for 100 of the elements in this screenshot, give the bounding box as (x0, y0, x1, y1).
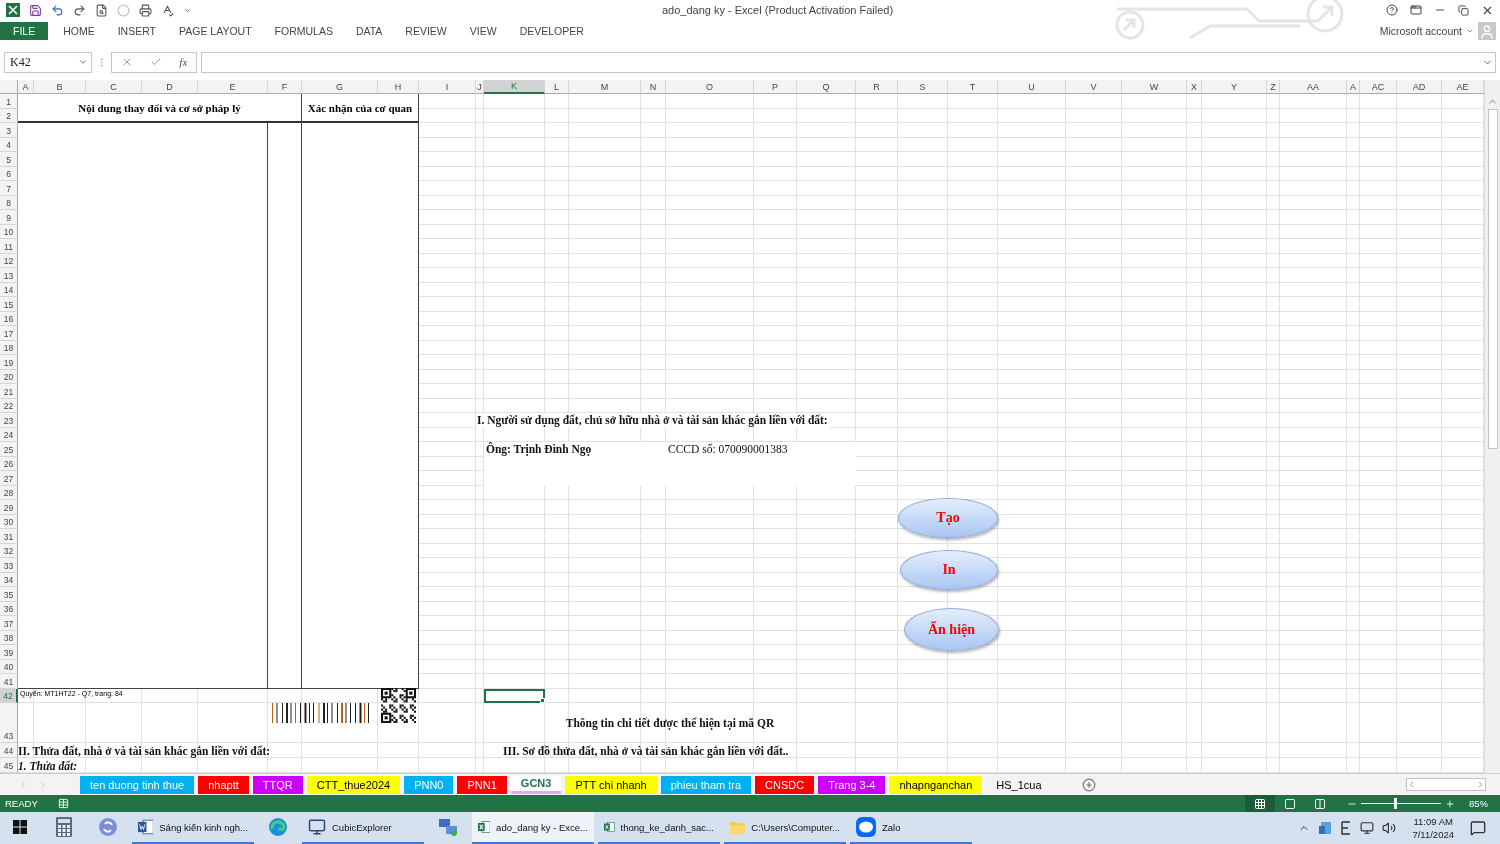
column-header[interactable]: O (666, 80, 754, 94)
scroll-left-icon[interactable] (1407, 780, 1416, 789)
macro-record-icon[interactable] (57, 798, 69, 809)
row-header[interactable]: 39 (0, 645, 18, 660)
column-header[interactable]: N (641, 80, 666, 94)
column-header[interactable]: H (378, 80, 419, 94)
sheet-tab[interactable]: PNN1 (457, 775, 507, 794)
sheet-tab[interactable]: CTT_thue2024 (306, 775, 401, 794)
sheet-tab[interactable]: Trang 3-4 (818, 775, 886, 794)
scroll-right-icon[interactable] (1476, 780, 1485, 789)
help-icon[interactable] (1386, 4, 1398, 16)
ribbon-tab[interactable]: DATA (346, 22, 392, 40)
row-header[interactable]: 37 (0, 616, 18, 631)
column-header[interactable]: AE (1442, 80, 1484, 94)
row-header[interactable]: 41 (0, 674, 18, 689)
ribbon-tab[interactable]: PAGE LAYOUT (170, 22, 261, 40)
taskbar-item[interactable]: C:\Users\Computer... (724, 812, 846, 844)
name-box[interactable]: K42 (4, 51, 92, 73)
taskbar-item[interactable]: thong_ke_danh_sac... (598, 812, 720, 844)
account-name[interactable]: Microsoft account (1379, 25, 1462, 37)
column-header[interactable]: F (268, 80, 302, 94)
spreadsheet-app-icon[interactable] (6, 3, 20, 17)
undo-icon[interactable] (51, 3, 64, 17)
print-preview-icon[interactable] (95, 3, 108, 17)
select-all-button[interactable] (0, 80, 18, 94)
clock[interactable]: 11:09 AM 7/11/2024 (1412, 815, 1454, 841)
ribbon-display-icon[interactable] (1410, 4, 1422, 16)
insert-function-button[interactable]: fx (179, 56, 188, 68)
taskbar-item[interactable]: CubicExplorer (302, 812, 424, 844)
row-header[interactable]: 35 (0, 587, 18, 602)
column-header[interactable]: B (34, 80, 86, 94)
ribbon-tab[interactable]: HOME (54, 22, 104, 40)
sheet-tab[interactable]: PTT chi nhanh (565, 775, 657, 794)
file-tab[interactable]: FILE (0, 22, 49, 40)
redo-icon[interactable] (73, 3, 86, 17)
caret-icon[interactable] (78, 57, 88, 67)
view-button[interactable] (1245, 795, 1275, 812)
ribbon-tab[interactable]: VIEW (460, 22, 506, 40)
column-header[interactable]: A (18, 80, 34, 94)
row-header[interactable]: 45 (0, 758, 18, 773)
column-header[interactable]: Y (1202, 80, 1267, 94)
column-header[interactable]: AC (1360, 80, 1397, 94)
restore-icon[interactable] (1458, 4, 1469, 16)
column-header[interactable]: AD (1397, 80, 1442, 94)
row-header[interactable]: 25 (0, 442, 18, 457)
column-header[interactable]: X (1187, 80, 1202, 94)
ribbon-tab[interactable]: FORMULAS (265, 22, 342, 40)
volume-icon[interactable] (1382, 821, 1397, 835)
column-header[interactable]: D (142, 80, 198, 94)
column-header[interactable]: U (998, 80, 1066, 94)
row-header[interactable]: 13 (0, 268, 18, 283)
sheet-tab[interactable]: TTQR (252, 775, 303, 794)
column-header[interactable]: L (545, 80, 569, 94)
row-header[interactable]: 7 (0, 181, 18, 196)
spell-check-icon[interactable] (161, 3, 174, 17)
sheet-tab[interactable]: GCN3 (510, 775, 562, 794)
zoom-level[interactable]: 85% (1469, 798, 1488, 809)
notifications-icon[interactable] (1470, 820, 1486, 836)
column-header[interactable]: V (1066, 80, 1122, 94)
horizontal-scrollbar[interactable] (1406, 778, 1486, 791)
row-header[interactable]: 1 (0, 94, 18, 109)
row-header[interactable]: 27 (0, 471, 18, 486)
row-header[interactable]: 11 (0, 239, 18, 254)
row-header[interactable]: 15 (0, 297, 18, 312)
enter-icon[interactable] (150, 56, 162, 68)
column-header[interactable]: Z (1267, 80, 1280, 94)
save-icon[interactable] (29, 3, 42, 17)
ribbon-tab[interactable]: INSERT (108, 22, 165, 40)
row-header[interactable]: 3 (0, 123, 18, 138)
column-header[interactable]: C (86, 80, 142, 94)
column-header[interactable]: P (754, 80, 797, 94)
row-header[interactable]: 17 (0, 326, 18, 341)
ribbon-tab[interactable]: REVIEW (396, 22, 456, 40)
column-header[interactable]: A (1347, 80, 1360, 94)
row-header[interactable]: 5 (0, 152, 18, 167)
column-header[interactable]: R (856, 80, 898, 94)
row-header[interactable]: 43 (0, 703, 18, 743)
tray-app-icon[interactable] (1318, 821, 1333, 835)
caret-icon[interactable] (1466, 27, 1474, 35)
row-header[interactable]: 29 (0, 500, 18, 515)
row-header[interactable]: 23 (0, 413, 18, 428)
column-header[interactable]: Q (797, 80, 856, 94)
row-header[interactable]: 44 (0, 743, 18, 758)
column-header[interactable]: AA (1280, 80, 1347, 94)
row-header[interactable]: 33 (0, 558, 18, 573)
column-header[interactable]: I (419, 80, 476, 94)
sheet-tab[interactable]: CNSDC (755, 775, 815, 794)
tray-text-icon[interactable] (1340, 821, 1353, 835)
print-icon[interactable] (139, 3, 152, 17)
column-header[interactable]: G (302, 80, 378, 94)
column-header[interactable]: T (948, 80, 998, 94)
active-cell[interactable] (484, 688, 545, 703)
column-header[interactable]: M (569, 80, 641, 94)
row-header[interactable]: 21 (0, 384, 18, 399)
add-sheet-icon[interactable] (1081, 777, 1096, 792)
column-header[interactable]: W (1122, 80, 1187, 94)
vertical-scrollbar[interactable] (1484, 80, 1500, 773)
taskbar-item[interactable]: Zalo (850, 812, 972, 844)
column-header[interactable]: K (484, 80, 545, 94)
sheet-tab[interactable]: nhapnganchan (889, 775, 983, 794)
